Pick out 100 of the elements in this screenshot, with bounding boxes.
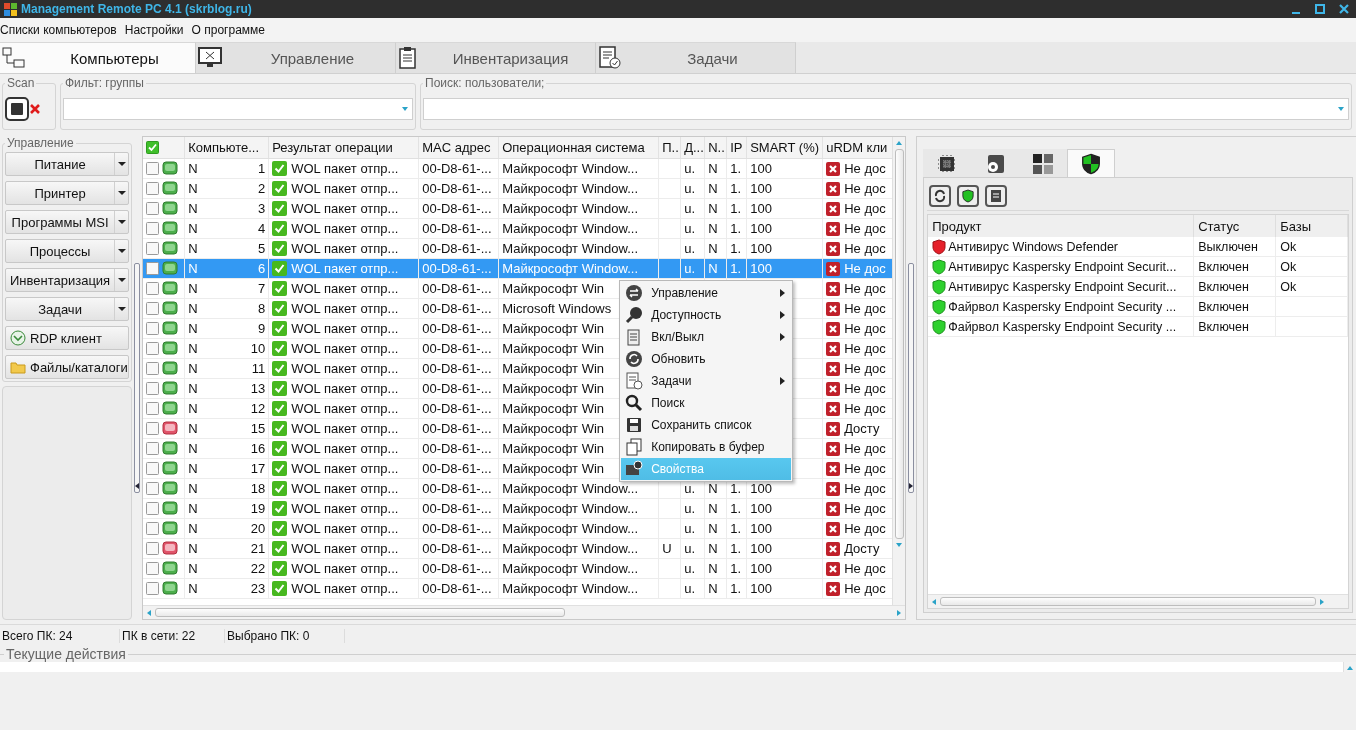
scrollbar[interactable] [928,594,1349,608]
table-row[interactable]: N 20 WOL пакет отпр... 00-D8-61-... Майкрософт Window... u. N 1. 100 Не дос [143,519,893,539]
column-header[interactable]: Статус [1194,215,1277,237]
column-header[interactable]: MAC адрес [422,140,491,155]
column-header[interactable]: Д... [684,140,704,155]
os-cell: Майкрософт Win [502,401,605,416]
checkbox[interactable] [146,582,160,595]
checkbox[interactable] [146,162,160,175]
table-row[interactable]: N 1 WOL пакет отпр... 00-D8-61-... Майкрософт Window... u. N 1. 100 Не дос [143,159,893,179]
table-row[interactable]: N 4 WOL пакет отпр... 00-D8-61-... Майкрософт Window... u. N 1. 100 Не дос [143,219,893,239]
checkbox[interactable] [146,282,160,295]
table-row[interactable]: N 19 WOL пакет отпр... 00-D8-61-... Майкрософт Window... u. N 1. 100 Не дос [143,499,893,519]
sidebar-button[interactable]: Программы MSI [5,210,130,234]
checkbox[interactable] [146,562,160,575]
checkbox[interactable] [146,462,160,475]
status-text: Не дос [844,381,886,396]
checkbox[interactable] [146,222,160,235]
sidebar-button[interactable]: Принтер [5,181,130,205]
checkbox[interactable] [146,422,160,435]
sidebar-button[interactable]: Задачи [5,297,130,321]
column-header[interactable]: Продукт [928,215,1195,237]
sidebar-button[interactable]: Питание [5,152,130,176]
tab[interactable] [1067,149,1116,177]
menu-item[interactable]: О программе [191,23,269,37]
splitter-handle[interactable] [134,263,141,493]
scrollbar[interactable] [892,137,906,605]
checkbox[interactable] [146,322,160,335]
column-header[interactable]: SMART (%) [750,140,820,155]
checkbox[interactable] [146,402,160,415]
column-header[interactable]: П.. [662,140,679,155]
checkbox[interactable] [146,302,160,315]
status-text: Включен [1198,259,1249,274]
cross-icon [826,341,841,356]
checkbox[interactable] [146,362,160,375]
tab[interactable]: Инвентаризация [396,42,596,73]
checkbox[interactable] [146,141,160,154]
computer-name: N [188,321,198,336]
checkbox[interactable] [146,242,160,255]
sidebar-button[interactable]: Процессы [5,239,130,263]
scrollbar[interactable] [1343,662,1356,672]
row-number: 16 [250,441,266,456]
tab[interactable]: Управление [196,42,396,73]
checkbox[interactable] [146,542,160,555]
check-icon [272,301,288,316]
column-header[interactable]: Результат операции [272,140,393,155]
shield-icon [1081,152,1102,175]
column-header[interactable]: N.. [708,140,725,155]
table-row[interactable]: N 23 WOL пакет отпр... 00-D8-61-... Майкрософт Window... u. N 1. 100 Не дос [143,579,893,599]
checkbox[interactable] [146,202,160,215]
table-row[interactable]: N 22 WOL пакет отпр... 00-D8-61-... Майкрософт Window... u. N 1. 100 Не дос [143,559,893,579]
mac-address: 00-D8-61-... [422,481,492,496]
scroll-arrow-icon [895,139,904,147]
table-row[interactable]: N 3 WOL пакет отпр... 00-D8-61-... Майкрософт Window... u. N 1. 100 Не дос [143,199,893,219]
dropdown-field[interactable] [63,97,413,120]
tab[interactable]: Задачи [596,42,796,73]
dropdown-arrow-icon [401,104,409,113]
scrollbar[interactable] [143,605,906,619]
stop-icon[interactable] [5,96,29,121]
sidebar-button[interactable]: Инвентаризация [5,268,130,292]
toolbar-button[interactable] [929,184,952,207]
splitter-handle[interactable] [908,263,915,493]
checkbox[interactable] [146,182,160,195]
tab[interactable]: Компьютеры [0,42,196,73]
document-icon [990,188,1003,203]
toolbar-button[interactable] [985,184,1008,207]
tab[interactable] [1019,149,1068,177]
menu-item[interactable]: Копировать в буфер [621,436,792,458]
column-header[interactable]: Компьюте... [188,140,260,155]
sidebar-button[interactable]: RDP клиент [5,326,130,350]
dropdown-field[interactable] [423,97,1349,120]
ip-cell: 1. [730,241,741,256]
checkbox[interactable] [146,482,160,495]
menu-item[interactable]: Списки компьютеров [0,23,121,37]
table-row[interactable]: N 2 WOL пакет отпр... 00-D8-61-... Майкрософт Window... u. N 1. 100 Не дос [143,179,893,199]
cross-icon [826,481,841,496]
os-cell: Майкрософт Window... [502,201,638,216]
maximize-icon[interactable] [1314,3,1326,15]
chip-icon [937,153,958,174]
menu-item[interactable]: Настройки [124,23,188,37]
status-text: Не дос [844,461,886,476]
column-header[interactable]: Операционная система [502,140,645,155]
table-row[interactable]: N 5 WOL пакет отпр... 00-D8-61-... Майкрософт Window... u. N 1. 100 Не дос [143,239,893,259]
table-row[interactable]: N 21 WOL пакет отпр... 00-D8-61-... Майкрософт Window... U u. N 1. 100 Досту [143,539,893,559]
search-icon [625,394,644,412]
tab[interactable] [923,149,972,177]
close-icon[interactable] [29,102,41,115]
checkbox[interactable] [146,522,160,535]
sidebar-button[interactable]: Файлы/каталоги [5,355,130,379]
table-row[interactable]: N 18 WOL пакет отпр... 00-D8-61-... Майкрософт Window... u. N 1. 100 Не дос [143,479,893,499]
mac-address: 00-D8-61-... [422,181,492,196]
column-header[interactable]: IP [730,140,743,155]
toolbar-button[interactable] [957,184,980,207]
checkbox[interactable] [146,502,160,515]
checkbox[interactable] [146,382,160,395]
checkbox[interactable] [146,262,160,275]
column-header[interactable]: uRDM кли [826,140,888,155]
checkbox[interactable] [146,442,160,455]
close-icon[interactable] [1338,3,1350,15]
checkbox[interactable] [146,342,160,355]
column-header[interactable]: Базы [1276,215,1349,237]
